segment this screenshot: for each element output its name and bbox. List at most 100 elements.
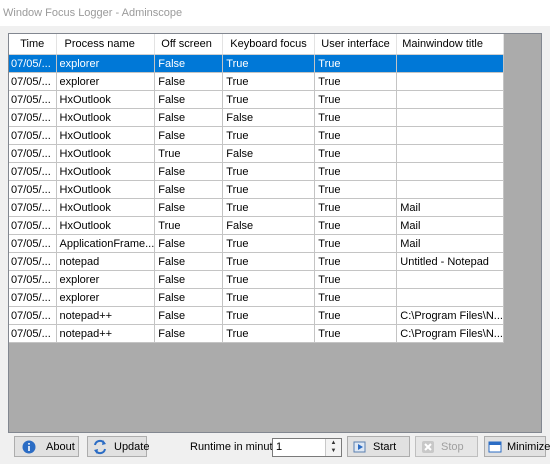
cell-mainwindow-title[interactable]: Mail bbox=[396, 234, 504, 253]
table-row[interactable]: 07/05/... HxOutlook False True True bbox=[9, 126, 504, 145]
cell-user-interface[interactable]: True bbox=[314, 54, 398, 73]
cell-process-name[interactable]: HxOutlook bbox=[56, 162, 156, 181]
cell-user-interface[interactable]: True bbox=[314, 288, 398, 307]
cell-process-name[interactable]: explorer bbox=[56, 270, 156, 289]
table-row[interactable]: 07/05/... notepad++ False True True C:\Progra… bbox=[9, 324, 504, 343]
cell-user-interface[interactable]: True bbox=[314, 324, 398, 343]
cell-user-interface[interactable]: True bbox=[314, 252, 398, 271]
cell-user-interface[interactable]: True bbox=[314, 162, 398, 181]
cell-user-interface[interactable]: True bbox=[314, 144, 398, 163]
cell-mainwindow-title[interactable] bbox=[396, 270, 504, 289]
cell-time[interactable]: 07/05/... bbox=[9, 90, 57, 109]
cell-time[interactable]: 07/05/... bbox=[9, 162, 57, 181]
cell-time[interactable]: 07/05/... bbox=[9, 144, 57, 163]
table-row[interactable]: 07/05/... explorer False True True bbox=[9, 270, 504, 289]
cell-process-name[interactable]: explorer bbox=[56, 288, 156, 307]
cell-time[interactable]: 07/05/... bbox=[9, 72, 57, 91]
table-row[interactable]: 07/05/... ApplicationFrame... False True Tru… bbox=[9, 234, 504, 253]
cell-keyboard-focus[interactable]: False bbox=[222, 216, 316, 235]
log-grid-area[interactable]: Time Process name Off screen Keyboard fo… bbox=[8, 33, 542, 433]
cell-time[interactable]: 07/05/... bbox=[9, 234, 57, 253]
table-row[interactable]: 07/05/... HxOutlook False True True bbox=[9, 180, 504, 199]
table-row[interactable]: 07/05/... explorer False True True bbox=[9, 72, 504, 91]
cell-off-screen[interactable]: False bbox=[154, 90, 224, 109]
cell-user-interface[interactable]: True bbox=[314, 72, 398, 91]
cell-keyboard-focus[interactable]: True bbox=[222, 162, 316, 181]
table-row[interactable]: 07/05/... HxOutlook True False True Mail bbox=[9, 216, 504, 235]
update-button[interactable]: Update bbox=[87, 436, 149, 457]
cell-off-screen[interactable]: False bbox=[154, 108, 224, 127]
cell-process-name[interactable]: HxOutlook bbox=[56, 144, 156, 163]
cell-mainwindow-title[interactable] bbox=[396, 54, 504, 73]
column-header-user-interface[interactable]: User interface bbox=[314, 34, 398, 55]
cell-time[interactable]: 07/05/... bbox=[9, 108, 57, 127]
table-row[interactable]: 07/05/... HxOutlook False True True Mail bbox=[9, 198, 504, 217]
cell-user-interface[interactable]: True bbox=[314, 270, 398, 289]
cell-time[interactable]: 07/05/... bbox=[9, 306, 57, 325]
minimize-button[interactable]: Minimize bbox=[484, 436, 550, 457]
cell-keyboard-focus[interactable]: True bbox=[222, 54, 316, 73]
cell-process-name[interactable]: HxOutlook bbox=[56, 126, 156, 145]
cell-off-screen[interactable]: False bbox=[154, 270, 224, 289]
table-row[interactable]: 07/05/... explorer False True True bbox=[9, 288, 504, 307]
cell-keyboard-focus[interactable]: True bbox=[222, 306, 316, 325]
stop-button[interactable]: Stop bbox=[415, 436, 478, 457]
table-row[interactable]: 07/05/... notepad++ False True True C:\Progra… bbox=[9, 306, 504, 325]
cell-process-name[interactable]: notepad bbox=[56, 252, 156, 271]
cell-keyboard-focus[interactable]: True bbox=[222, 126, 316, 145]
cell-process-name[interactable]: explorer bbox=[56, 72, 156, 91]
cell-time[interactable]: 07/05/... bbox=[9, 216, 57, 235]
cell-mainwindow-title[interactable]: C:\Program Files\N... bbox=[396, 306, 504, 325]
table-row[interactable]: 07/05/... HxOutlook True False True bbox=[9, 144, 504, 163]
column-header-keyboard-focus[interactable]: Keyboard focus bbox=[222, 34, 316, 55]
cell-user-interface[interactable]: True bbox=[314, 90, 398, 109]
cell-keyboard-focus[interactable]: True bbox=[222, 180, 316, 199]
cell-off-screen[interactable]: False bbox=[154, 306, 224, 325]
cell-off-screen[interactable]: False bbox=[154, 198, 224, 217]
cell-off-screen[interactable]: True bbox=[154, 144, 224, 163]
chevron-up-icon[interactable]: ▲ bbox=[326, 439, 341, 447]
cell-time[interactable]: 07/05/... bbox=[9, 180, 57, 199]
cell-mainwindow-title[interactable] bbox=[396, 108, 504, 127]
cell-user-interface[interactable]: True bbox=[314, 234, 398, 253]
cell-process-name[interactable]: explorer bbox=[56, 54, 156, 73]
cell-mainwindow-title[interactable] bbox=[396, 126, 504, 145]
table-row[interactable]: 07/05/... HxOutlook False True True bbox=[9, 90, 504, 109]
stepper-arrows[interactable]: ▲ ▼ bbox=[325, 439, 341, 456]
cell-keyboard-focus[interactable]: True bbox=[222, 234, 316, 253]
cell-time[interactable]: 07/05/... bbox=[9, 324, 57, 343]
cell-off-screen[interactable]: False bbox=[154, 252, 224, 271]
cell-keyboard-focus[interactable]: True bbox=[222, 198, 316, 217]
cell-user-interface[interactable]: True bbox=[314, 126, 398, 145]
column-header-mainwindow-title[interactable]: Mainwindow title bbox=[396, 34, 504, 55]
cell-keyboard-focus[interactable]: False bbox=[222, 144, 316, 163]
cell-user-interface[interactable]: True bbox=[314, 198, 398, 217]
table-row[interactable]: 07/05/... HxOutlook False True True bbox=[9, 162, 504, 181]
chevron-down-icon[interactable]: ▼ bbox=[326, 447, 341, 455]
cell-process-name[interactable]: HxOutlook bbox=[56, 108, 156, 127]
cell-user-interface[interactable]: True bbox=[314, 108, 398, 127]
cell-user-interface[interactable]: True bbox=[314, 216, 398, 235]
runtime-stepper[interactable]: 1 ▲ ▼ bbox=[272, 438, 342, 457]
cell-time[interactable]: 07/05/... bbox=[9, 288, 57, 307]
start-button[interactable]: Start bbox=[347, 436, 410, 457]
cell-time[interactable]: 07/05/... bbox=[9, 252, 57, 271]
cell-mainwindow-title[interactable] bbox=[396, 162, 504, 181]
cell-keyboard-focus[interactable]: True bbox=[222, 90, 316, 109]
cell-process-name[interactable]: notepad++ bbox=[56, 324, 156, 343]
column-header-time[interactable]: Time bbox=[9, 34, 57, 55]
cell-process-name[interactable]: HxOutlook bbox=[56, 90, 156, 109]
cell-off-screen[interactable]: False bbox=[154, 54, 224, 73]
cell-time[interactable]: 07/05/... bbox=[9, 270, 57, 289]
cell-process-name[interactable]: HxOutlook bbox=[56, 216, 156, 235]
cell-mainwindow-title[interactable] bbox=[396, 90, 504, 109]
cell-user-interface[interactable]: True bbox=[314, 306, 398, 325]
cell-mainwindow-title[interactable]: Mail bbox=[396, 216, 504, 235]
cell-mainwindow-title[interactable]: Untitled - Notepad bbox=[396, 252, 504, 271]
cell-off-screen[interactable]: False bbox=[154, 234, 224, 253]
cell-off-screen[interactable]: True bbox=[154, 216, 224, 235]
cell-process-name[interactable]: HxOutlook bbox=[56, 198, 156, 217]
cell-mainwindow-title[interactable] bbox=[396, 288, 504, 307]
column-header-off-screen[interactable]: Off screen bbox=[154, 34, 224, 55]
cell-process-name[interactable]: HxOutlook bbox=[56, 180, 156, 199]
